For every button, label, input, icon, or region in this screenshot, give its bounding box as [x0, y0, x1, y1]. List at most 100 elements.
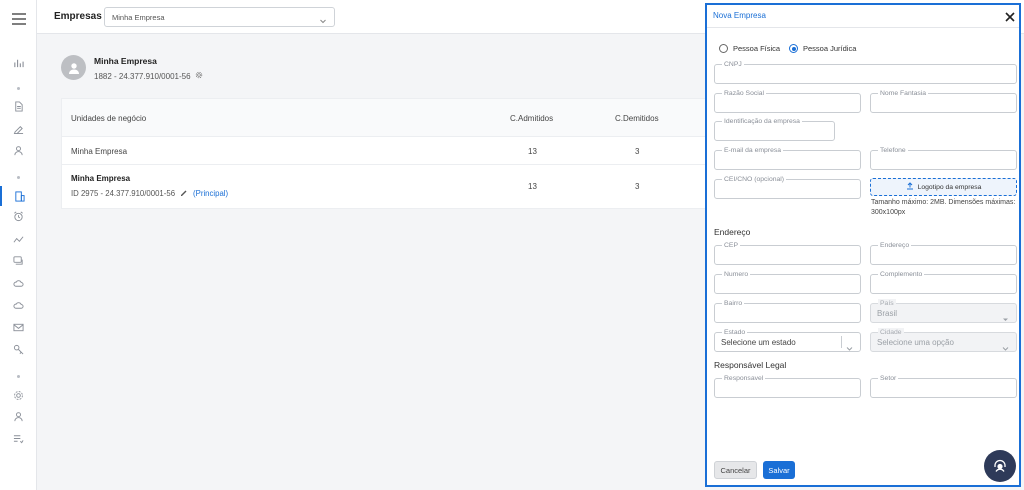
nome-fantasia-field[interactable]: Nome Fantasia	[870, 89, 1017, 113]
sidebar-separator-dot	[17, 375, 20, 378]
logo-upload-button[interactable]: Logotipo da empresa	[870, 178, 1017, 196]
company-select[interactable]: Minha Empresa	[104, 7, 335, 27]
cidade-value: Selecione uma opção	[877, 338, 954, 347]
chevron-down-icon	[1002, 339, 1009, 351]
demitidos-count: 3	[635, 182, 640, 191]
field-label: Bairro	[722, 299, 745, 308]
field-label: Identificação da empresa	[722, 117, 802, 126]
checklist-icon[interactable]	[0, 428, 36, 448]
business-units-table: Unidades de negócio C.Admitidos C.Demiti…	[61, 98, 712, 209]
unit-name: Minha Empresa	[71, 147, 128, 156]
section-responsavel-legal: Responsável Legal	[714, 360, 787, 370]
endereco-field[interactable]: Endereço	[870, 241, 1017, 265]
drawer-title: Nova Empresa	[713, 11, 766, 20]
avatar	[61, 55, 86, 80]
profile-company-name: Minha Empresa	[94, 56, 157, 66]
field-label: CEI/CNO (opcional)	[722, 175, 787, 184]
pais-value: Brasil	[877, 309, 898, 318]
table-row[interactable]: Minha Empresa ID 2975 - 24.377.910/0001-…	[62, 165, 712, 209]
radio-pessoa-juridica[interactable]: Pessoa Jurídica	[789, 44, 856, 53]
email-field[interactable]: E-mail da empresa	[714, 146, 861, 170]
logo-button-label: Logotipo da empresa	[917, 183, 982, 191]
field-label: Complemento	[878, 270, 925, 279]
radio-pessoa-fisica[interactable]: Pessoa Física	[719, 44, 780, 53]
support-chat-button[interactable]	[984, 450, 1016, 482]
close-icon[interactable]	[1005, 9, 1015, 22]
alarm-clock-icon[interactable]	[0, 206, 36, 226]
cnpj-field[interactable]: CNPJ	[714, 60, 1017, 84]
field-label: CEP	[722, 241, 740, 250]
field-label: Responsavel	[722, 374, 766, 383]
app-root: Empresas Minha Empresa Minha Empresa 188…	[0, 0, 1024, 490]
settings-gear-icon[interactable]	[0, 385, 36, 405]
field-label: País	[878, 299, 896, 308]
demitidos-count: 3	[635, 147, 640, 156]
chevron-down-icon	[846, 339, 853, 351]
companies-icon[interactable]	[0, 186, 36, 206]
cloud-sync-icon[interactable]	[0, 295, 36, 315]
page-title: Empresas	[54, 11, 102, 22]
table-header-row: Unidades de negócio C.Admitidos C.Demiti…	[62, 99, 712, 137]
radio-circle-icon	[719, 44, 728, 53]
identificacao-field[interactable]: Identificação da empresa	[714, 117, 835, 141]
column-header-demitidos: C.Demitidos	[615, 114, 659, 123]
cidade-select: Cidade Selecione uma opção	[870, 328, 1017, 352]
telefone-field[interactable]: Telefone	[870, 146, 1017, 170]
field-label: Estado	[722, 328, 748, 337]
field-label: Endereço	[878, 241, 912, 250]
settings-gear-icon[interactable]	[195, 71, 203, 81]
person-icon	[68, 62, 79, 74]
field-label: Cidade	[878, 328, 904, 337]
sidebar	[0, 0, 37, 490]
cep-field[interactable]: CEP	[714, 241, 861, 265]
hamburger-menu-icon[interactable]	[12, 12, 26, 25]
table-row[interactable]: Minha Empresa 13 3	[62, 137, 712, 165]
numero-field[interactable]: Numero	[714, 270, 861, 294]
cei-cno-field[interactable]: CEI/CNO (opcional)	[714, 175, 861, 199]
field-label: Setor	[878, 374, 899, 383]
sidebar-separator-dot	[17, 87, 20, 90]
radio-label: Pessoa Física	[733, 44, 781, 53]
unit-name: Minha Empresa	[71, 174, 131, 183]
chat-icon[interactable]	[0, 250, 36, 270]
estado-select[interactable]: Estado Selecione um estado	[714, 328, 861, 352]
logo-size-hint: Tamanho máximo: 2MB. Dimensões máximas: …	[871, 199, 1016, 216]
pais-select: País Brasil	[870, 299, 1017, 323]
bairro-field[interactable]: Bairro	[714, 299, 861, 323]
chevron-down-icon	[319, 12, 327, 24]
profile-company-id: 1882 - 24.377.910/0001-56	[94, 71, 203, 81]
select-separator	[841, 336, 842, 348]
document-icon[interactable]	[0, 96, 36, 116]
field-label: Nome Fantasia	[878, 89, 929, 98]
setor-field[interactable]: Setor	[870, 374, 1017, 398]
cloud-icon[interactable]	[0, 273, 36, 293]
dashboard-icon[interactable]	[0, 52, 36, 72]
mail-icon[interactable]	[0, 317, 36, 337]
profile-id-text: 1882 - 24.377.910/0001-56	[94, 71, 191, 81]
column-header-units: Unidades de negócio	[71, 114, 147, 123]
razao-social-field[interactable]: Razão Social	[714, 89, 861, 113]
admitidos-count: 13	[528, 147, 537, 156]
save-button[interactable]: Salvar	[763, 461, 795, 479]
trend-line-icon[interactable]	[0, 229, 36, 249]
estado-value: Selecione um estado	[721, 338, 796, 347]
user-icon[interactable]	[0, 140, 36, 160]
pencil-edit-icon[interactable]	[180, 188, 188, 198]
complemento-field[interactable]: Complemento	[870, 270, 1017, 294]
field-label: Razão Social	[722, 89, 767, 98]
key-icon[interactable]	[0, 339, 36, 359]
field-label: Numero	[722, 270, 751, 279]
field-label: CNPJ	[722, 60, 744, 69]
headset-icon	[994, 459, 1006, 472]
new-company-drawer: Nova Empresa Pessoa Física Pessoa Jurídi…	[705, 3, 1021, 487]
company-select-value: Minha Empresa	[112, 13, 165, 22]
radio-selected-icon	[789, 44, 798, 53]
column-header-admitidos: C.Admitidos	[510, 114, 554, 123]
cancel-button[interactable]: Cancelar	[714, 461, 757, 479]
profile-user-icon[interactable]	[0, 406, 36, 426]
drawer-divider	[707, 27, 1019, 28]
responsavel-field[interactable]: Responsavel	[714, 374, 861, 398]
upload-icon	[906, 182, 914, 192]
edit-icon[interactable]	[0, 118, 36, 138]
section-endereco: Endereço	[714, 227, 751, 237]
